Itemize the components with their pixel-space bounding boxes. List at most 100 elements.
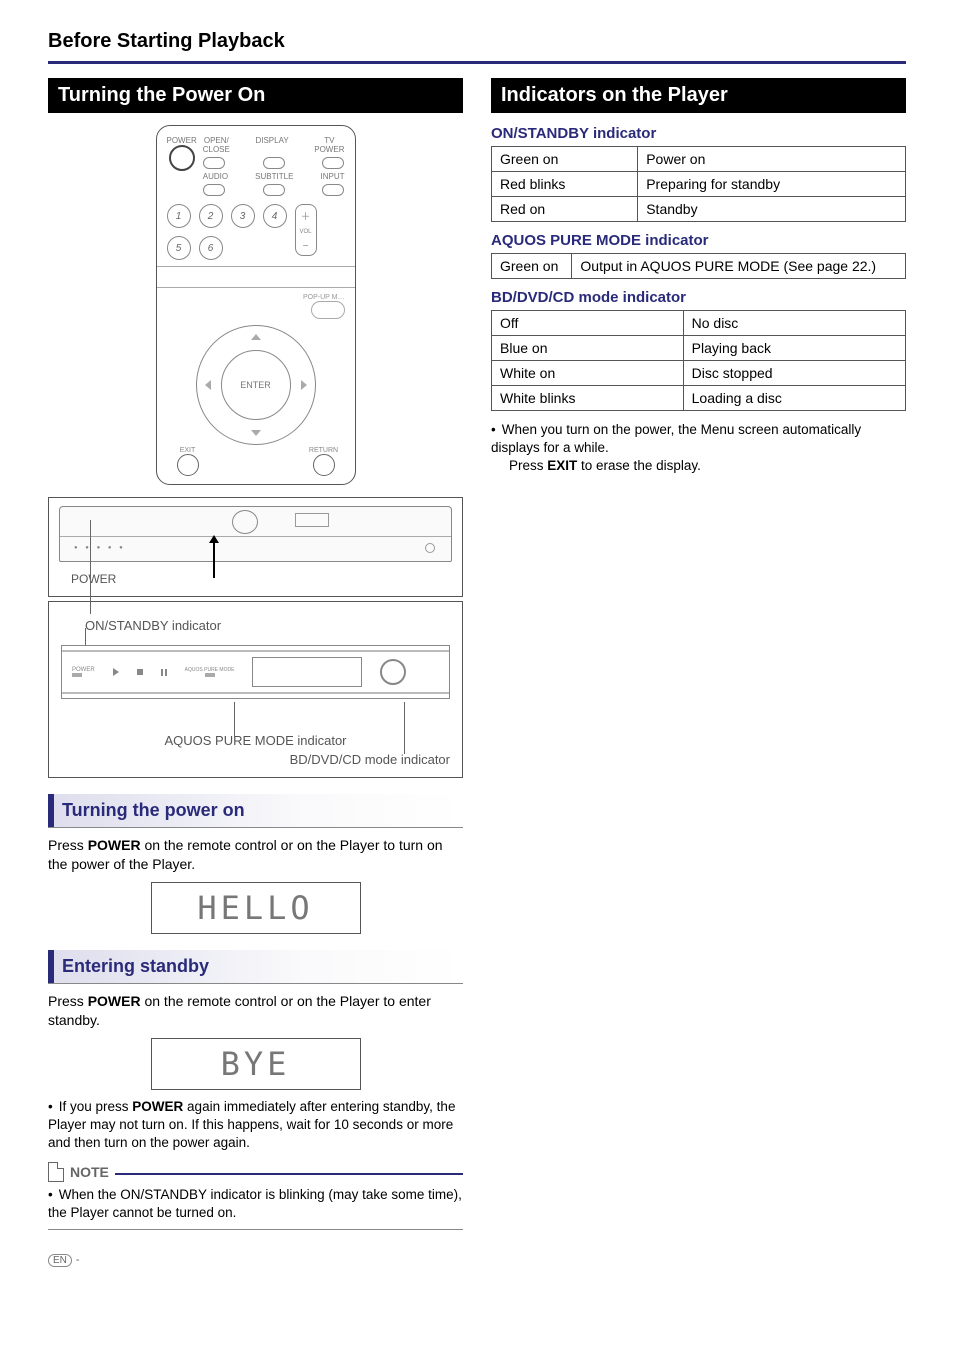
- cell: Standby: [638, 197, 906, 222]
- table-row: Green onPower on: [492, 147, 906, 172]
- table-row: Green onOutput in AQUOS PURE MODE (See p…: [492, 254, 906, 279]
- left-column: Turning the Power On POWER OPEN/ CLOSE D…: [48, 78, 463, 1230]
- label-subtitle: SUBTITLE: [255, 172, 293, 181]
- two-column-layout: Turning the Power On POWER OPEN/ CLOSE D…: [48, 78, 906, 1230]
- table-aquos: Green onOutput in AQUOS PURE MODE (See p…: [491, 253, 906, 279]
- right-bullet-line2-before: Press: [509, 458, 547, 473]
- num-5: 5: [167, 236, 191, 260]
- standby-text-bold: POWER: [88, 993, 141, 1009]
- table-row: Red onStandby: [492, 197, 906, 222]
- page-title: Before Starting Playback: [48, 30, 906, 53]
- label-open-close: OPEN/ CLOSE: [203, 136, 230, 154]
- vol-label: VOL: [299, 229, 311, 235]
- panel-power-tiny-label: POWER: [72, 667, 95, 673]
- cell: Red blinks: [492, 172, 638, 197]
- stop-icon: [137, 669, 143, 675]
- table-title-aquos: AQUOS PURE MODE indicator: [491, 232, 906, 249]
- note-label: NOTE: [70, 1164, 109, 1180]
- exit-button-icon: [177, 454, 199, 476]
- exit-area: EXIT: [171, 447, 205, 476]
- note-rule: [115, 1173, 463, 1175]
- panel-apm-area: AQUOS PURE MODE: [185, 667, 235, 677]
- standby-led-icon: [72, 673, 82, 677]
- cell: Preparing for standby: [638, 172, 906, 197]
- pill-open-close: [203, 157, 225, 169]
- footer-dash: -: [76, 1254, 80, 1266]
- vol-rocker: ＋ VOL −: [295, 204, 317, 256]
- panel-top-line: [62, 650, 449, 652]
- bullet-dot-icon: [48, 1099, 59, 1114]
- cell: Green on: [492, 254, 572, 279]
- footer-en-badge: EN: [48, 1254, 72, 1267]
- apm-led-icon: [205, 673, 215, 677]
- right-bullet-dot-icon: [491, 422, 502, 437]
- disc-slot-icon: [232, 510, 258, 534]
- cell: Playing back: [683, 336, 905, 361]
- dpad-ring: ENTER: [196, 325, 316, 445]
- standby-bullet-bold: POWER: [132, 1099, 183, 1114]
- right-bullet-line2: Press EXIT to erase the display.: [491, 457, 906, 475]
- right-column: Indicators on the Player ON/STANDBY indi…: [491, 78, 906, 480]
- table-mode: OffNo disc Blue onPlaying back White onD…: [491, 310, 906, 411]
- arrow-down-icon: [251, 430, 261, 436]
- vol-plus-icon: ＋: [301, 208, 311, 223]
- standby-text: Press POWER on the remote control or on …: [48, 992, 463, 1030]
- label-display: DISPLAY: [255, 136, 288, 154]
- remote-bottom-row: EXIT RETURN: [167, 447, 345, 478]
- table-title-onstandby: ON/STANDBY indicator: [491, 125, 906, 142]
- arrow-up-callout: [213, 542, 215, 578]
- popup-btn-icon: [311, 301, 345, 319]
- standby-text-before: Press: [48, 993, 88, 1009]
- cell: Power on: [638, 147, 906, 172]
- power-caption: POWER: [71, 572, 452, 586]
- remote-power-label: POWER: [167, 136, 197, 145]
- note-bullet-dot-icon: [48, 1187, 59, 1202]
- page-footer: EN -: [48, 1254, 906, 1267]
- cell: Disc stopped: [683, 361, 905, 386]
- cell: Off: [492, 311, 684, 336]
- pill-audio: [203, 184, 225, 196]
- remote-power-area: POWER: [167, 136, 197, 173]
- cell: No disc: [683, 311, 905, 336]
- right-bullet-line1: When you turn on the power, the Menu scr…: [491, 422, 861, 455]
- num-4: 4: [263, 204, 287, 228]
- mode-ring-icon: [380, 659, 406, 685]
- note-page-icon: [48, 1162, 64, 1182]
- callout-line-mode: [404, 702, 405, 754]
- num-6: 6: [199, 236, 223, 260]
- note-text: When the ON/STANDBY indicator is blinkin…: [48, 1187, 462, 1220]
- table-row: White onDisc stopped: [492, 361, 906, 386]
- front-right-dot: [425, 543, 435, 553]
- note-bullet: When the ON/STANDBY indicator is blinkin…: [48, 1186, 463, 1222]
- table-row: Blue onPlaying back: [492, 336, 906, 361]
- enter-button: ENTER: [221, 350, 291, 420]
- pill-display: [263, 157, 285, 169]
- exit-label: EXIT: [171, 447, 205, 454]
- standby-bullet: If you press POWER again immediately aft…: [48, 1098, 463, 1153]
- turning-on-text-before: Press: [48, 837, 88, 853]
- table-row: OffNo disc: [492, 311, 906, 336]
- panel-apm-tiny-label: AQUOS PURE MODE: [185, 667, 235, 673]
- turning-on-text-bold: POWER: [88, 837, 141, 853]
- player-unit: ● ● ● ● ●: [59, 506, 452, 562]
- player-front-diagram: ● ● ● ● ● POWER: [48, 497, 463, 597]
- note-header: NOTE: [48, 1162, 463, 1182]
- remote-outline: POWER OPEN/ CLOSE DISPLAY TV POWER: [156, 125, 356, 485]
- num-2: 2: [199, 204, 223, 228]
- num-3: 3: [231, 204, 255, 228]
- indicator-panel-diagram: ON/STANDBY indicator POWER AQUOS PURE MO…: [48, 601, 463, 778]
- bd-dvd-cd-mode-caption: BD/DVD/CD mode indicator: [61, 752, 450, 767]
- label-popup: POP-UP M…: [167, 294, 345, 301]
- label-input: INPUT: [321, 172, 345, 181]
- display-window-icon: [252, 657, 362, 687]
- subhead-turning-on: Turning the power on: [48, 794, 463, 828]
- table-title-mode: BD/DVD/CD mode indicator: [491, 289, 906, 306]
- note-bottom-rule: [48, 1229, 463, 1230]
- display-bye-text: BYE: [221, 1045, 291, 1083]
- pill-input: [322, 184, 344, 196]
- aquos-pure-mode-caption: AQUOS PURE MODE indicator: [61, 733, 450, 748]
- vol-minus-icon: −: [303, 241, 309, 252]
- remote-diagram: POWER OPEN/ CLOSE DISPLAY TV POWER: [126, 125, 386, 485]
- cell: White blinks: [492, 386, 684, 411]
- cell: Blue on: [492, 336, 684, 361]
